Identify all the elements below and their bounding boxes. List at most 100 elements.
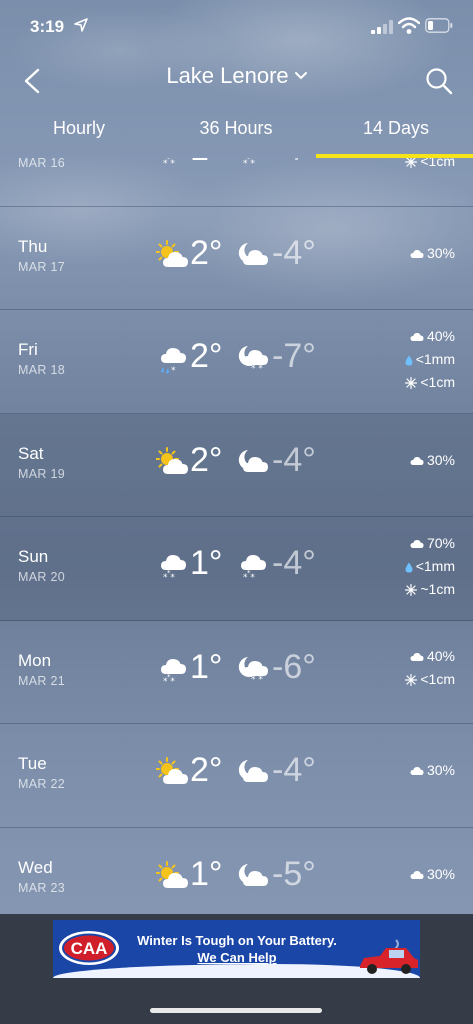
- day-date: MAR 22: [18, 777, 65, 791]
- svg-text:*: *: [171, 366, 176, 375]
- search-icon[interactable]: [424, 66, 454, 96]
- cloud-icon: [410, 652, 424, 661]
- sun-cloud-icon: [155, 239, 188, 272]
- day-name: Sun: [18, 547, 49, 566]
- home-indicator[interactable]: [150, 1008, 322, 1013]
- high-temp: 1°: [190, 544, 223, 582]
- high-temp: 1°: [190, 158, 223, 169]
- precipitation-info: 40% <1mm <1cm: [365, 328, 455, 397]
- day-name: Wed: [18, 857, 53, 877]
- high-temp: 2°: [190, 233, 223, 272]
- moon-cloud-icon: [236, 240, 268, 272]
- city-name: Lake Lenore: [166, 63, 289, 89]
- precipitation-info: 30%: [365, 225, 455, 268]
- day-row[interactable]: Wed MAR 23 1° -5° 30%: [0, 828, 473, 915]
- snowflake-icon: [405, 584, 418, 597]
- precipitation-info: 30%: [365, 432, 455, 475]
- ad-link[interactable]: We Can Help: [117, 950, 357, 965]
- precip-line: 30%: [365, 452, 455, 475]
- wifi-icon: [398, 17, 420, 34]
- precip-line: 30%: [365, 245, 455, 268]
- precip-line: <1cm: [365, 158, 455, 176]
- ad-banner[interactable]: CAA Winter Is Tough on Your Battery. We …: [53, 920, 420, 978]
- cloud-icon: [410, 540, 424, 549]
- cloud-icon: [410, 456, 424, 465]
- tab-14-days[interactable]: 14 Days: [336, 118, 456, 139]
- status-bar: 3:19: [0, 0, 473, 56]
- day-name: Sat: [18, 443, 44, 463]
- snow-cloud-icon: * * *: [236, 158, 268, 169]
- precip-line: 30%: [365, 762, 455, 785]
- moon-cloud-icon: [236, 861, 268, 893]
- precip-value: <1mm: [415, 558, 455, 574]
- precip-value: 40%: [426, 647, 455, 664]
- precip-value: <1cm: [420, 374, 455, 390]
- high-temp: 2°: [190, 337, 223, 375]
- day-row[interactable]: Thu MAR 17 2° -4° 30%: [0, 207, 473, 310]
- low-temp: -4°: [272, 158, 316, 169]
- day-row[interactable]: Tue MAR 22 2° -4° 30%: [0, 724, 473, 828]
- sun-cloud-icon: [155, 860, 188, 893]
- precip-value: ~1cm: [420, 581, 455, 597]
- caa-logo: CAA: [59, 931, 119, 965]
- high-temp: 1°: [190, 647, 223, 686]
- precip-value: 70%: [426, 535, 455, 551]
- location-arrow-icon: [74, 18, 88, 32]
- low-temp: -4°: [272, 440, 316, 479]
- daily-forecast-list[interactable]: WedMAR 16* **1°* **-4°40%<1cmThuMAR 172°…: [0, 158, 473, 914]
- low-temp: -7°: [272, 337, 316, 375]
- ad-headline: Winter Is Tough on Your Battery.: [137, 933, 337, 948]
- precip-value: <1cm: [420, 670, 455, 687]
- tab-36-hours[interactable]: 36 Hours: [176, 118, 296, 139]
- day-row[interactable]: Mon MAR 21 * * * 1° * * * -6° 40% <1cm: [0, 621, 473, 724]
- precipitation-info: 30%: [365, 846, 455, 889]
- rain-snow-icon: *: [156, 343, 188, 376]
- day-date: MAR 19: [18, 466, 65, 481]
- snowflake-icon: [405, 377, 418, 390]
- snow-cloud-icon: * * *: [156, 158, 188, 169]
- tab-hourly[interactable]: Hourly: [20, 118, 138, 139]
- snow-cloud-icon: * * *: [236, 550, 268, 583]
- day-row[interactable]: Sun MAR 20 * * * 1° * * * -4° 70% <1mm ~1cm: [0, 517, 473, 621]
- location-selector[interactable]: Lake Lenore: [0, 62, 473, 89]
- snowflake-icon: [405, 158, 418, 169]
- day-row[interactable]: Sat MAR 19 2° -4° 30%: [0, 413, 473, 517]
- low-temp: -4°: [272, 233, 316, 272]
- precip-value: <1cm: [420, 158, 455, 169]
- day-name: Thu: [18, 236, 48, 256]
- svg-text:*: *: [167, 673, 171, 681]
- chevron-down-icon: [294, 72, 307, 80]
- raindrop-icon: [405, 562, 413, 573]
- precip-value: 30%: [426, 762, 455, 778]
- svg-text:*: *: [255, 671, 259, 679]
- low-temp: -6°: [272, 647, 316, 686]
- high-temp: 2°: [190, 751, 223, 789]
- precip-value: <1mm: [415, 351, 455, 367]
- sun-cloud-icon: [155, 446, 188, 479]
- cellular-signal-icon: [371, 20, 393, 34]
- day-row[interactable]: Fri MAR 18 * 2° * * * -7° 40% <1mm <1cm: [0, 310, 473, 414]
- snow-cloud-icon: * * *: [156, 550, 188, 583]
- status-time: 3:19: [30, 17, 65, 36]
- day-name: Mon: [18, 650, 52, 670]
- cloud-icon: [410, 870, 424, 879]
- precip-line: 30%: [365, 866, 455, 889]
- moon-cloud-icon: [236, 757, 268, 789]
- moon-snow-icon: * * *: [236, 654, 268, 686]
- precip-line: <1mm: [365, 558, 455, 581]
- precip-line: ~1cm: [365, 581, 455, 604]
- sun-cloud-icon: [155, 757, 188, 789]
- forecast-tabs: Hourly 36 Hours 14 Days: [0, 118, 473, 158]
- precipitation-info: 40% <1cm: [365, 639, 455, 694]
- day-date: MAR 20: [18, 570, 65, 584]
- high-temp: 2°: [190, 440, 223, 479]
- day-date: MAR 21: [18, 673, 65, 688]
- low-temp: -4°: [272, 544, 316, 582]
- day-date: MAR 18: [18, 363, 65, 377]
- caa-logo-text: CAA: [71, 939, 108, 958]
- svg-text:*: *: [167, 569, 171, 577]
- precip-line: 70%: [365, 535, 455, 558]
- svg-text:*: *: [255, 360, 259, 368]
- day-row[interactable]: WedMAR 16* **1°* **-4°40%<1cm: [0, 158, 473, 207]
- precipitation-info: 40%<1cm: [365, 158, 455, 176]
